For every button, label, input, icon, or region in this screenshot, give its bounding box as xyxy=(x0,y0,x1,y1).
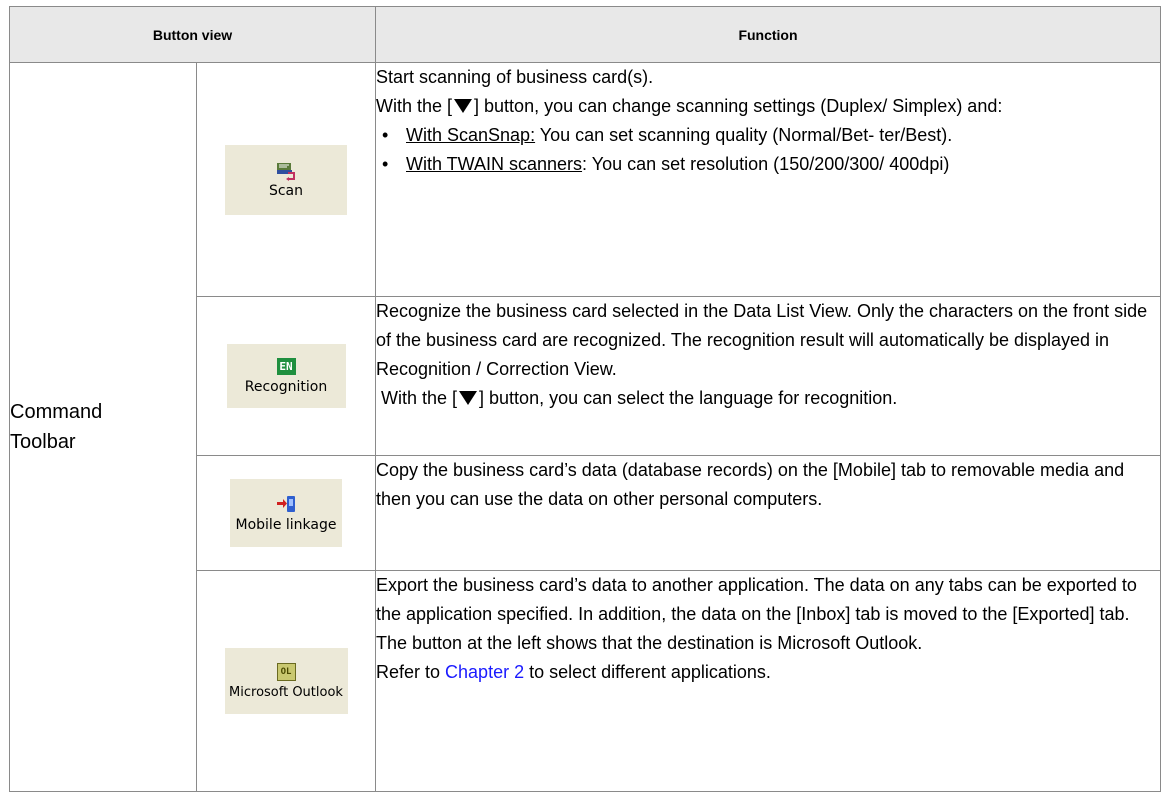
recognition-button-label: Recognition xyxy=(244,378,328,395)
scan-icon xyxy=(277,163,295,181)
mobile-desc: Copy the business card’s data (database … xyxy=(376,460,1125,509)
scan-button[interactable]: Scan xyxy=(225,144,347,215)
outlook-button[interactable]: OL Microsoft Outlook xyxy=(224,648,348,714)
list-item: • With TWAIN scanners: You can set resolu… xyxy=(382,154,950,174)
command-toolbar-label: Command Toolbar xyxy=(9,62,197,792)
outlook-button-label: Microsoft Outlook xyxy=(229,684,343,700)
chapter-2-link[interactable]: Chapter 2 xyxy=(445,662,524,682)
scan-desc-line1: Start scanning of business card(s). xyxy=(376,67,654,87)
button-function-table: Button view Function Command Toolbar Sca… xyxy=(9,6,1161,792)
scan-desc-line2: With the [] button, you can change scann… xyxy=(376,96,1003,116)
recognition-desc: Recognize the business card selected in … xyxy=(376,301,1148,379)
header-row: Button view Function xyxy=(9,6,1161,63)
recognition-desc-line2: With the [] button, you can select the l… xyxy=(376,388,898,408)
button-view-cell: Scan xyxy=(196,62,376,297)
recognition-function-cell: Recognize the business card selected in … xyxy=(375,296,1161,456)
scansnap-label: With ScanSnap: xyxy=(406,125,536,145)
outlook-desc: Export the business card’s data to anoth… xyxy=(376,575,1137,624)
scan-options-list: • With ScanSnap: You can set scanning qua… xyxy=(376,121,1160,179)
button-view-cell: Mobile linkage xyxy=(196,455,376,571)
scan-button-label: Scan xyxy=(268,183,304,199)
mobile-linkage-icon xyxy=(277,496,295,512)
dropdown-triangle-icon xyxy=(459,391,478,405)
list-item: • With ScanSnap: You can set scanning qua… xyxy=(382,125,953,145)
table-row: Command Toolbar Scan Start scanning of b… xyxy=(9,62,1161,792)
outlook-desc-line3: Refer to Chapter 2 to select different a… xyxy=(376,662,771,682)
scan-function-cell: Start scanning of business card(s). With… xyxy=(375,62,1161,297)
group-label-text: Command Toolbar xyxy=(10,401,103,453)
en-recognition-icon: EN xyxy=(276,357,296,375)
button-view-cell: OL Microsoft Outlook xyxy=(196,570,376,792)
recognition-button[interactable]: EN Recognition xyxy=(226,344,346,408)
header-button-view: Button view xyxy=(9,6,376,63)
dropdown-triangle-icon xyxy=(454,99,473,113)
mobile-linkage-button-label: Mobile linkage xyxy=(235,517,337,533)
twain-label: With TWAIN scanners xyxy=(406,154,583,174)
button-view-cell: EN Recognition xyxy=(196,296,376,456)
mobile-function-cell: Copy the business card’s data (database … xyxy=(375,455,1161,571)
header-function: Function xyxy=(375,6,1161,63)
outlook-icon: OL xyxy=(276,662,296,681)
outlook-function-cell: Export the business card’s data to anoth… xyxy=(375,570,1161,792)
mobile-linkage-button[interactable]: Mobile linkage xyxy=(230,479,342,547)
outlook-desc-line2: The button at the left shows that the de… xyxy=(376,633,923,653)
